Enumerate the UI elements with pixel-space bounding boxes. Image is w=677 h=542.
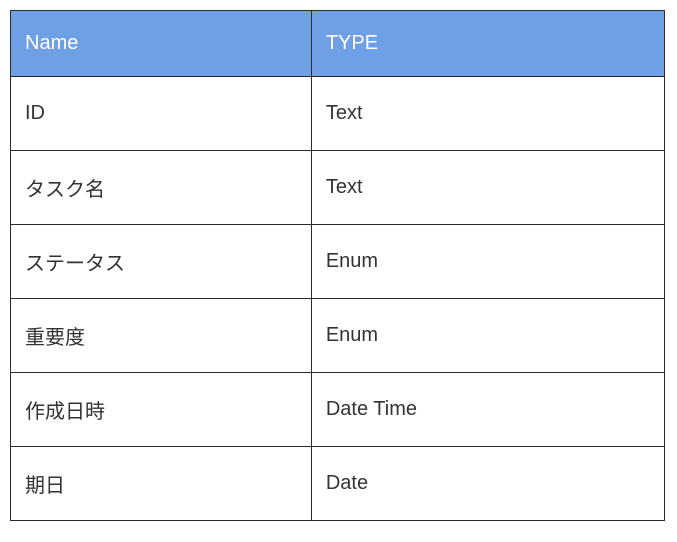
header-type: TYPE bbox=[311, 11, 664, 77]
cell-name: タスク名 bbox=[11, 151, 312, 225]
schema-table-container: Name TYPE ID Text タスク名 Text ステータス Enum 重… bbox=[10, 10, 665, 521]
header-name: Name bbox=[11, 11, 312, 77]
cell-name: 期日 bbox=[11, 447, 312, 521]
cell-type: Enum bbox=[311, 299, 664, 373]
table-row: 作成日時 Date Time bbox=[11, 373, 665, 447]
cell-type: Date bbox=[311, 447, 664, 521]
table-row: ID Text bbox=[11, 77, 665, 151]
cell-name: ステータス bbox=[11, 225, 312, 299]
schema-table: Name TYPE ID Text タスク名 Text ステータス Enum 重… bbox=[10, 10, 665, 521]
table-header-row: Name TYPE bbox=[11, 11, 665, 77]
cell-type: Text bbox=[311, 151, 664, 225]
table-row: 期日 Date bbox=[11, 447, 665, 521]
table-row: 重要度 Enum bbox=[11, 299, 665, 373]
cell-type: Enum bbox=[311, 225, 664, 299]
cell-type: Text bbox=[311, 77, 664, 151]
cell-name: ID bbox=[11, 77, 312, 151]
cell-type: Date Time bbox=[311, 373, 664, 447]
cell-name: 作成日時 bbox=[11, 373, 312, 447]
table-row: タスク名 Text bbox=[11, 151, 665, 225]
table-row: ステータス Enum bbox=[11, 225, 665, 299]
cell-name: 重要度 bbox=[11, 299, 312, 373]
